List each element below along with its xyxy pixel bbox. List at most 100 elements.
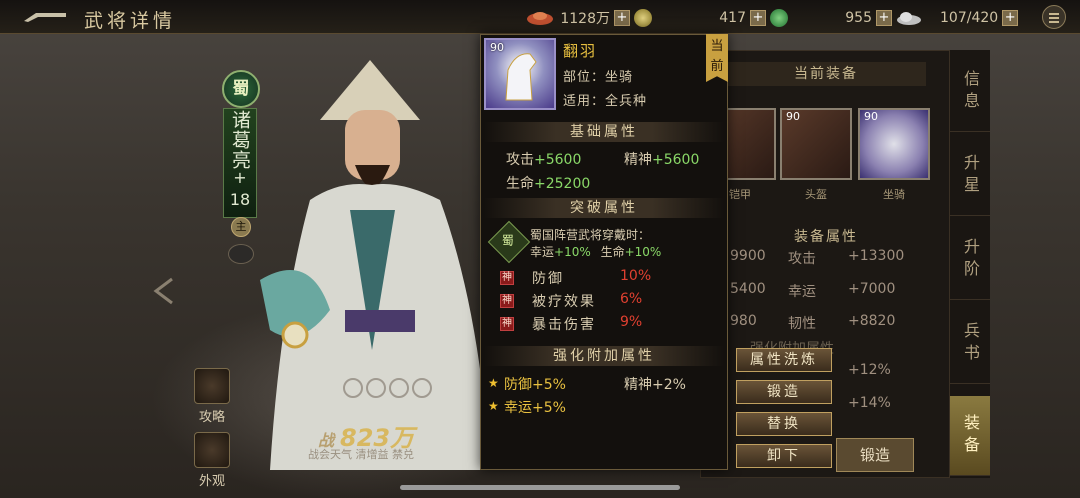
top-bar: 武将详情 1128万 + 417 + 955 + 107/420 +	[0, 0, 1080, 34]
break-stat-label: 暴击伤害	[532, 317, 596, 333]
stat-value: +5%	[532, 377, 566, 393]
list-menu-icon	[1049, 13, 1059, 23]
prev-hero-arrow-icon[interactable]	[150, 276, 180, 306]
star-slot	[366, 378, 386, 398]
base-stat-hp: 生命+25200	[506, 173, 590, 193]
base-stat-attack: 攻击+5600	[506, 149, 581, 169]
add-stamina-button[interactable]: +	[1002, 10, 1019, 26]
replace-button[interactable]: 替换	[736, 412, 832, 436]
back-arrow-icon[interactable]	[22, 7, 68, 27]
robe-icon	[194, 432, 230, 468]
strategy-button[interactable]: 攻略	[190, 368, 234, 425]
breakthrough-header: 突破属性	[484, 198, 724, 218]
enhance-stat: 防御+5%	[504, 374, 566, 394]
equip-stat-row: 9900 攻击 +13300	[730, 248, 928, 268]
divine-tag-icon: 神	[500, 317, 514, 331]
stat-value: +5%	[532, 400, 566, 416]
extra-stat: +14%	[848, 395, 891, 411]
item-name: 翻羽	[563, 42, 598, 60]
gold-resource: 1128万 +	[526, 8, 652, 28]
current-equipped-ribbon: 当前	[706, 34, 728, 82]
slot-level: 90	[786, 110, 800, 123]
stat-value: +2%	[652, 377, 686, 393]
unequip-button[interactable]: 卸下	[736, 444, 832, 468]
tab-info[interactable]: 信息	[950, 52, 990, 132]
equipment-stats-header: 装备属性	[794, 229, 858, 245]
forge-button-bg[interactable]: 锻造	[836, 438, 914, 472]
item-thumbnail: 90	[484, 38, 556, 110]
slot-level: 90	[864, 110, 878, 123]
hero-portrait	[260, 60, 490, 470]
tab-equipment[interactable]: 装备	[950, 396, 990, 476]
tab-rank-up[interactable]: 升阶	[950, 220, 990, 300]
bonus-label: 生命	[600, 245, 625, 259]
strategy-book-icon	[194, 368, 230, 404]
stat-label: 幸运	[504, 400, 532, 416]
hero-name: 诸葛亮	[229, 110, 251, 170]
silver-value: 955	[845, 10, 872, 26]
stat-bonus: +7000	[848, 281, 896, 297]
stat-base: 980	[730, 313, 757, 329]
current-equipment-header: 当前装备	[726, 62, 926, 86]
add-gold-button[interactable]: +	[614, 10, 630, 26]
white-horse-icon	[505, 53, 537, 101]
divine-tag-icon: 神	[500, 271, 514, 285]
base-stats-header: 基础属性	[484, 122, 724, 142]
home-indicator	[400, 485, 680, 490]
slot-caption: 头盔	[805, 188, 827, 201]
add-silver-button[interactable]: +	[876, 10, 892, 26]
equip-stat-row: 5400 幸运 +7000	[730, 281, 928, 301]
breakthrough-condition: 蜀国阵营武将穿戴时：	[530, 228, 651, 242]
power-subtext: 战会天气 清增益 禁兑	[308, 448, 414, 461]
forge-button[interactable]: 锻造	[736, 380, 832, 404]
stat-bonus: +13300	[848, 248, 905, 264]
stat-base: 9900	[730, 248, 766, 264]
refine-attributes-button[interactable]: 属性洗炼	[736, 348, 832, 372]
stat-label: 韧性	[788, 316, 816, 332]
stat-base: 5400	[730, 281, 766, 297]
stat-label: 幸运	[788, 284, 816, 300]
tab-star-up[interactable]: 升星	[950, 136, 990, 216]
break-stat-label: 防御	[532, 271, 564, 287]
stat-label: 防御	[504, 377, 532, 393]
jade-resource: 417 +	[690, 8, 788, 28]
equip-slot-mount[interactable]: 90	[858, 108, 930, 180]
add-jade-button[interactable]: +	[750, 10, 766, 26]
stat-label: 攻击	[506, 152, 534, 168]
appearance-label: 外观	[198, 474, 225, 489]
base-stat-spirit: 精神+5600	[624, 149, 699, 169]
stat-label: 攻击	[788, 251, 816, 267]
stat-label: 精神	[624, 377, 652, 393]
menu-button[interactable]	[1042, 5, 1066, 29]
jade-value: 417	[719, 10, 746, 26]
enhance-stat: 幸运+5%	[504, 397, 566, 417]
strategy-label: 攻略	[198, 410, 225, 425]
break-stat-value: 10%	[620, 268, 652, 284]
stat-value: +5600	[652, 152, 700, 168]
extra-stat: +12%	[848, 362, 891, 378]
gold-value: 1128万	[560, 11, 610, 27]
gold-coin-icon	[634, 9, 652, 27]
page-title: 武将详情	[84, 10, 177, 32]
bonus-label: 幸运	[530, 245, 555, 259]
tab-war-book[interactable]: 兵书	[950, 304, 990, 384]
stamina-value: 107/420	[940, 10, 999, 26]
equip-stat-row: 980 韧性 +8820	[730, 313, 928, 333]
appearance-button[interactable]: 外观	[190, 432, 234, 489]
equip-slot-helmet[interactable]: 90	[780, 108, 852, 180]
gold-ingot-icon	[527, 12, 553, 25]
star-icon: ★	[488, 376, 499, 390]
break-stat-label: 被疗效果	[532, 294, 596, 310]
star-slot	[343, 378, 363, 398]
break-stat-value: 9%	[620, 314, 643, 330]
slot-caption: 坐骑	[883, 188, 905, 201]
item-troop-type: 适用：全兵种	[563, 94, 648, 109]
breakthrough-bonus: 幸运+10% 生命+10%	[530, 243, 661, 260]
stat-value: +25200	[534, 176, 591, 192]
star-slot	[412, 378, 432, 398]
item-slot: 部位：坐骑	[563, 70, 634, 85]
stamina-resource: 107/420 +	[940, 8, 1022, 28]
enhance-stat: 精神+2%	[624, 374, 686, 394]
hero-star-row	[343, 378, 432, 398]
jade-coin-icon	[770, 9, 788, 27]
